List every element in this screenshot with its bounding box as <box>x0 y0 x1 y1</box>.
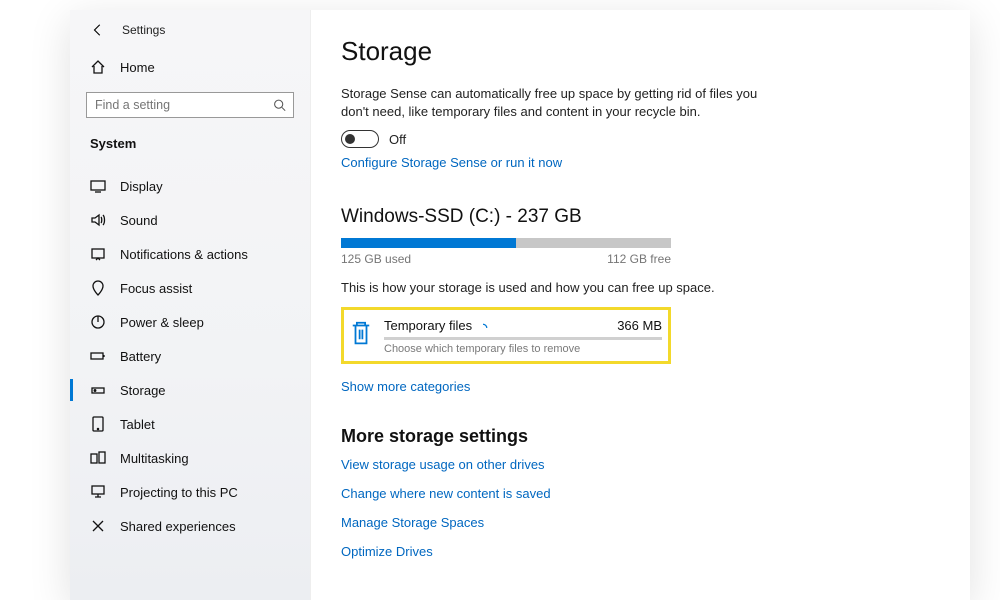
sidebar-item-power-sleep[interactable]: Power & sleep <box>70 305 310 339</box>
category-size: 366 MB <box>617 318 662 333</box>
sidebar-item-multitasking[interactable]: Multitasking <box>70 441 310 475</box>
sidebar-item-label: Home <box>120 60 155 75</box>
sidebar-item-label: Display <box>120 179 163 194</box>
sidebar-item-focus-assist[interactable]: Focus assist <box>70 271 310 305</box>
sidebar-item-projecting[interactable]: Projecting to this PC <box>70 475 310 509</box>
category-body: Temporary files 366 MB Choose which temp… <box>384 318 662 355</box>
usage-description: This is how your storage is used and how… <box>341 280 940 295</box>
sound-icon <box>90 212 106 228</box>
sidebar-item-storage[interactable]: Storage <box>70 373 310 407</box>
sidebar-item-label: Focus assist <box>120 281 192 296</box>
storage-sense-toggle-row: Off <box>341 130 940 148</box>
display-icon <box>90 178 106 194</box>
search-container <box>70 84 310 126</box>
sidebar-item-label: Tablet <box>120 417 155 432</box>
change-save-location-link[interactable]: Change where new content is saved <box>341 486 940 501</box>
sidebar-item-label: Storage <box>120 383 166 398</box>
sidebar: Settings Home System Display <box>70 10 310 600</box>
drive-heading: Windows-SSD (C:) - 237 GB <box>341 206 940 228</box>
sidebar-home[interactable]: Home <box>70 50 310 84</box>
settings-window: Settings Home System Display <box>70 10 970 600</box>
sidebar-item-label: Power & sleep <box>120 315 204 330</box>
sidebar-item-label: Multitasking <box>120 451 189 466</box>
sidebar-item-sound[interactable]: Sound <box>70 203 310 237</box>
title-bar: Settings <box>70 22 310 50</box>
focus-assist-icon <box>90 280 106 296</box>
configure-storage-sense-link[interactable]: Configure Storage Sense or run it now <box>341 155 562 170</box>
sidebar-item-display[interactable]: Display <box>70 169 310 203</box>
search-input[interactable] <box>86 92 294 118</box>
sidebar-item-label: Notifications & actions <box>120 247 248 262</box>
optimize-drives-link[interactable]: Optimize Drives <box>341 544 940 559</box>
storage-sense-description: Storage Sense can automatically free up … <box>341 85 761 120</box>
sidebar-item-label: Projecting to this PC <box>120 485 238 500</box>
page-title: Storage <box>341 36 940 67</box>
sidebar-item-notifications[interactable]: Notifications & actions <box>70 237 310 271</box>
more-storage-links: View storage usage on other drives Chang… <box>341 457 940 559</box>
battery-icon <box>90 348 106 364</box>
nav-list: Display Sound Notifications & actions Fo… <box>70 161 310 543</box>
sidebar-item-label: Sound <box>120 213 158 228</box>
used-label: 125 GB used <box>341 252 411 266</box>
toggle-state-label: Off <box>389 132 406 147</box>
multitasking-icon <box>90 450 106 466</box>
manage-storage-spaces-link[interactable]: Manage Storage Spaces <box>341 515 940 530</box>
storage-icon <box>90 382 106 398</box>
view-other-drives-link[interactable]: View storage usage on other drives <box>341 457 940 472</box>
loading-spinner-icon <box>478 321 488 331</box>
tablet-icon <box>90 416 106 432</box>
arrow-left-icon <box>91 23 105 37</box>
category-subtitle: Choose which temporary files to remove <box>384 343 662 355</box>
category-temporary-files[interactable]: Temporary files 366 MB Choose which temp… <box>341 307 671 364</box>
show-more-categories-link[interactable]: Show more categories <box>341 379 470 394</box>
category-name: Temporary files <box>384 318 472 333</box>
notifications-icon <box>90 246 106 262</box>
app-title: Settings <box>122 23 165 37</box>
storage-sense-toggle[interactable] <box>341 130 379 148</box>
drive-usage-labels: 125 GB used 112 GB free <box>341 252 671 266</box>
drive-usage-bar <box>341 238 671 248</box>
sidebar-item-tablet[interactable]: Tablet <box>70 407 310 441</box>
category-subbar <box>384 337 662 340</box>
section-header: System <box>70 126 310 161</box>
back-button[interactable] <box>90 22 106 38</box>
sidebar-item-shared-experiences[interactable]: Shared experiences <box>70 509 310 543</box>
power-icon <box>90 314 106 330</box>
sidebar-item-label: Battery <box>120 349 161 364</box>
free-label: 112 GB free <box>607 252 671 266</box>
sidebar-item-label: Shared experiences <box>120 519 236 534</box>
sidebar-item-battery[interactable]: Battery <box>70 339 310 373</box>
trash-icon <box>350 318 372 348</box>
drive-usage-fill <box>341 238 516 248</box>
search-icon <box>273 99 286 112</box>
main-content: Storage Storage Sense can automatically … <box>310 10 970 600</box>
shared-icon <box>90 518 106 534</box>
projecting-icon <box>90 484 106 500</box>
home-icon <box>90 59 106 75</box>
more-storage-heading: More storage settings <box>341 426 940 447</box>
